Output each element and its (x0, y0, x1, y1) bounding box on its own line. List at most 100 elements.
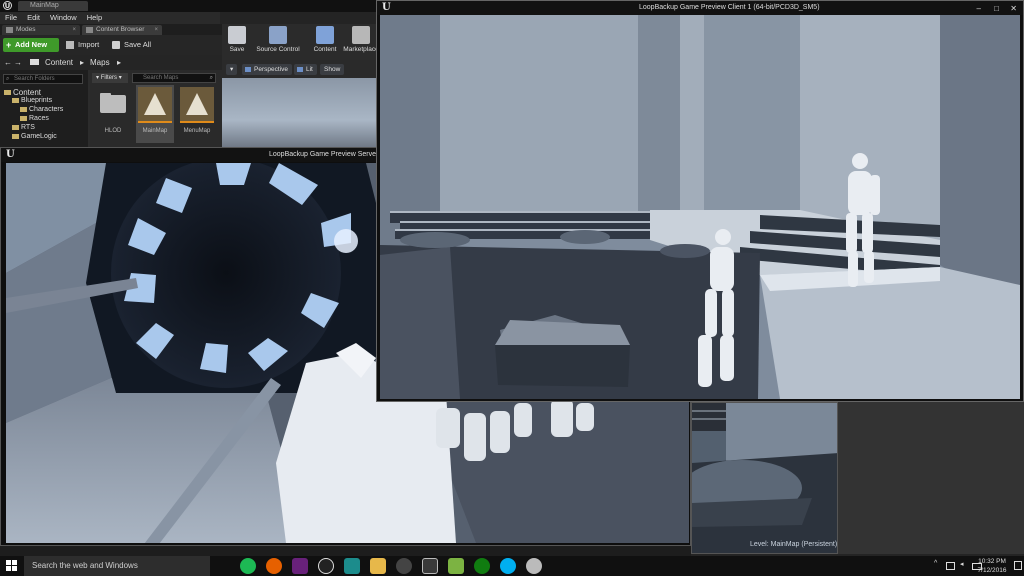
visual-studio-icon[interactable] (292, 558, 308, 574)
perspective-icon (245, 67, 251, 72)
import-button[interactable]: Import (66, 38, 99, 52)
save-all-button[interactable]: Save All (112, 38, 151, 52)
xbox-icon[interactable] (474, 558, 490, 574)
search-folders-input[interactable]: ⌕ Search Folders (3, 74, 83, 84)
taskbar-clock[interactable]: 10:32 PM 7/12/2016 (974, 557, 1010, 575)
client-game-view[interactable] (380, 15, 1020, 399)
modes-icon (6, 27, 13, 33)
taskbar-search-input[interactable]: Search the web and Windows (24, 556, 210, 576)
tree-item-rts[interactable]: RTS (12, 124, 35, 131)
unreal-icon[interactable] (318, 558, 334, 574)
content-button[interactable]: Content (310, 26, 340, 53)
file-explorer-icon[interactable] (370, 558, 386, 574)
tree-item-content[interactable]: Content (4, 88, 41, 97)
menu-file[interactable]: File (5, 12, 17, 24)
folder-icon (4, 90, 11, 96)
windows-start-icon[interactable] (0, 556, 24, 576)
client-preview-window[interactable]: U LoopBackup Game Preview Client 1 (64-b… (376, 0, 1024, 402)
secondary-viewport[interactable]: Level: MainMap (Persistent) (691, 402, 838, 554)
viewport-toolbar: ▾ Perspective Lit Show (222, 60, 382, 78)
close-icon[interactable]: ✕ (1010, 2, 1017, 16)
save-icon (228, 26, 246, 44)
search-maps-input[interactable]: Search Maps ⌕ (132, 73, 216, 83)
editor-viewport[interactable] (222, 78, 382, 148)
menu-help[interactable]: Help (87, 12, 102, 24)
search-icon: ⌕ (6, 76, 10, 82)
tree-item-blueprints[interactable]: Blueprints (12, 97, 52, 104)
tree-label: Content (13, 88, 42, 97)
project-tab[interactable]: MainMap (18, 1, 88, 11)
spotify-icon[interactable] (240, 558, 256, 574)
skype-icon[interactable] (500, 558, 516, 574)
folder-icon (96, 87, 130, 121)
editor-titlebar: U MainMap (0, 0, 380, 12)
tree-item-gamelogic[interactable]: GameLogic (12, 133, 57, 140)
settings-icon[interactable] (396, 558, 412, 574)
tree-item-characters[interactable]: Characters (20, 106, 63, 113)
menu-edit[interactable]: Edit (27, 12, 40, 24)
notifications-icon[interactable] (1014, 561, 1022, 570)
back-arrow-icon[interactable]: ← (4, 55, 12, 70)
chevron-right-icon: ▸ (117, 58, 122, 67)
clock-time: 10:32 PM (978, 558, 1006, 565)
show-label: Show (324, 66, 341, 73)
source-control-button[interactable]: Source Control (252, 26, 304, 53)
client-window-titlebar: U LoopBackup Game Preview Client 1 (64-b… (377, 1, 1023, 15)
lit-label: Lit (306, 66, 313, 73)
filters-button[interactable]: ▾ Filters ▾ (92, 73, 128, 83)
menu-bar: File Edit Window Help (0, 12, 220, 24)
breadcrumb-maps[interactable]: Maps (90, 55, 110, 70)
firefox-icon[interactable] (266, 558, 282, 574)
tab-modes[interactable]: Modes × (2, 25, 80, 35)
perspective-button[interactable]: Perspective (242, 64, 292, 75)
unreal-logo-icon: U (6, 149, 15, 160)
content-browser-icon (86, 27, 93, 33)
tab-content-browser[interactable]: Content Browser × (82, 25, 162, 35)
plus-icon: + (6, 40, 12, 50)
folder-icon (30, 59, 39, 65)
search-maps-placeholder: Search Maps (143, 75, 179, 81)
viewport-options-button[interactable]: ▾ (226, 64, 238, 75)
breadcrumb-content[interactable]: Content (45, 55, 73, 70)
tree-item-races[interactable]: Races (20, 115, 49, 122)
app-icon[interactable] (344, 558, 360, 574)
asset-tile[interactable]: HLOD (94, 85, 132, 143)
epic-games-icon[interactable] (422, 558, 438, 574)
asset-label: MainMap (142, 128, 168, 134)
level-label: Level: MainMap (Persistent) (750, 541, 838, 548)
asset-tile[interactable]: MenuMap (178, 85, 216, 143)
tab-modes-label: Modes (16, 26, 36, 33)
close-icon[interactable]: × (72, 25, 76, 35)
android-icon[interactable] (448, 558, 464, 574)
map-icon (180, 87, 214, 121)
forward-arrow-icon[interactable]: → (14, 55, 22, 70)
tree-label: Characters (29, 106, 64, 113)
network-icon[interactable] (946, 562, 955, 570)
secondary-scene-render (692, 403, 837, 553)
asset-tile[interactable]: MainMap (136, 85, 174, 143)
level-toolbar: Save Source Control Content Marketplace (222, 24, 382, 60)
add-new-label: Add New (15, 40, 48, 49)
volume-icon[interactable]: ◂ (960, 560, 964, 568)
save-all-label: Save All (124, 40, 152, 49)
show-hidden-icons-icon[interactable]: ^ (934, 560, 937, 567)
save-button[interactable]: Save (222, 26, 252, 53)
map-icon (138, 87, 172, 121)
add-new-button[interactable]: + Add New (3, 38, 59, 52)
asset-view: ▾ Filters ▾ Search Maps ⌕ HLOD MainMap M… (90, 70, 222, 147)
server-window-title: LoopBackup Game Preview Server (64- (269, 151, 393, 158)
filters-label: Filters (100, 75, 118, 81)
folder-icon (20, 115, 27, 121)
source-control-icon (269, 26, 287, 44)
save-icon (112, 41, 120, 49)
minimize-icon[interactable]: – (977, 2, 981, 16)
lit-button[interactable]: Lit (294, 64, 317, 75)
client-scene-render (380, 15, 1020, 399)
maximize-icon[interactable]: □ (994, 2, 999, 16)
tab-content-browser-label: Content Browser (96, 26, 145, 33)
close-icon[interactable]: × (154, 25, 158, 35)
unreal-logo-icon: U (382, 2, 391, 13)
show-button[interactable]: Show (320, 64, 345, 75)
menu-window[interactable]: Window (50, 12, 77, 24)
steam-icon[interactable] (526, 558, 542, 574)
